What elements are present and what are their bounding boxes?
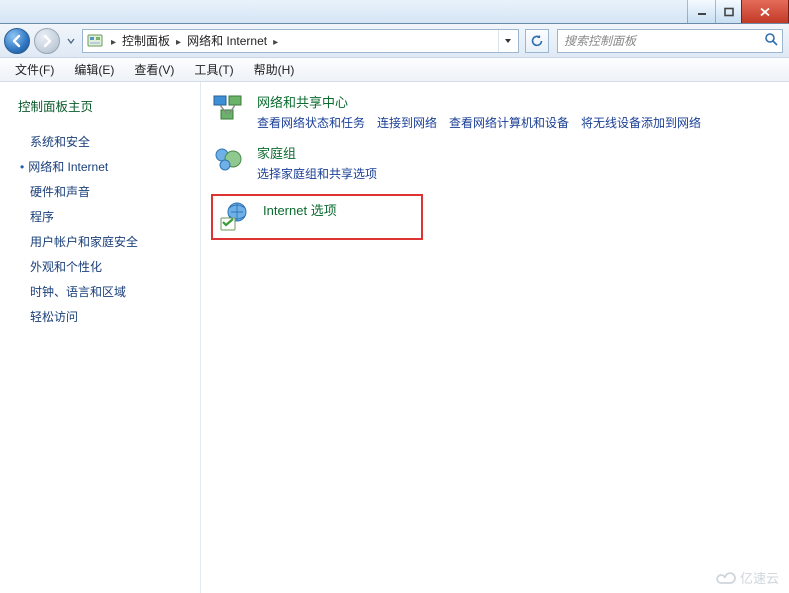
sidebar: 控制面板主页 系统和安全 网络和 Internet 硬件和声音 程序 用户帐户和… bbox=[0, 82, 200, 593]
category-title[interactable]: 家庭组 bbox=[257, 143, 783, 162]
internet-options-icon bbox=[217, 200, 251, 234]
menu-tools[interactable]: 工具(T) bbox=[185, 58, 242, 81]
window-titlebar bbox=[0, 0, 789, 24]
breadcrumb-current[interactable]: 网络和 Internet bbox=[187, 32, 267, 49]
control-panel-icon bbox=[87, 33, 103, 49]
refresh-button[interactable] bbox=[525, 29, 549, 53]
sidebar-item-hardware-sound[interactable]: 硬件和声音 bbox=[18, 179, 190, 204]
category-network-sharing: 网络和共享中心 查看网络状态和任务 连接到网络 查看网络计算机和设备 将无线设备… bbox=[211, 92, 783, 131]
breadcrumb-root-sep[interactable] bbox=[109, 34, 118, 48]
sidebar-item-user-accounts[interactable]: 用户帐户和家庭安全 bbox=[18, 229, 190, 254]
link-add-wireless-device[interactable]: 将无线设备添加到网络 bbox=[581, 114, 701, 131]
sidebar-item-easy-access[interactable]: 轻松访问 bbox=[18, 304, 190, 329]
menu-file[interactable]: 文件(F) bbox=[6, 58, 63, 81]
nav-forward-button[interactable] bbox=[34, 28, 60, 54]
breadcrumb: 控制面板 网络和 Internet bbox=[109, 32, 492, 49]
network-sharing-icon bbox=[211, 92, 245, 126]
close-button[interactable] bbox=[741, 0, 789, 23]
search-icon[interactable] bbox=[764, 32, 778, 49]
control-panel-home-link[interactable]: 控制面板主页 bbox=[18, 96, 190, 115]
sidebar-item-system-security[interactable]: 系统和安全 bbox=[18, 129, 190, 154]
category-homegroup: 家庭组 选择家庭组和共享选项 bbox=[211, 143, 783, 182]
search-box[interactable] bbox=[557, 29, 783, 53]
menu-help[interactable]: 帮助(H) bbox=[245, 58, 304, 81]
maximize-button[interactable] bbox=[715, 0, 742, 23]
menu-bar: 文件(F) 编辑(E) 查看(V) 工具(T) 帮助(H) bbox=[0, 58, 789, 82]
nav-history-dropdown[interactable] bbox=[64, 30, 78, 52]
address-dropdown[interactable] bbox=[498, 30, 516, 52]
sidebar-item-appearance[interactable]: 外观和个性化 bbox=[18, 254, 190, 279]
breadcrumb-sep[interactable] bbox=[174, 34, 183, 48]
address-bar[interactable]: 控制面板 网络和 Internet bbox=[82, 29, 519, 53]
nav-back-button[interactable] bbox=[4, 28, 30, 54]
navigation-bar: 控制面板 网络和 Internet bbox=[0, 24, 789, 58]
breadcrumb-sep-end[interactable] bbox=[271, 34, 280, 48]
link-view-network-status[interactable]: 查看网络状态和任务 bbox=[257, 114, 365, 131]
watermark: 亿速云 bbox=[716, 568, 779, 587]
menu-view[interactable]: 查看(V) bbox=[125, 58, 183, 81]
sidebar-item-programs[interactable]: 程序 bbox=[18, 204, 190, 229]
search-input[interactable] bbox=[562, 33, 760, 49]
link-homegroup-options[interactable]: 选择家庭组和共享选项 bbox=[257, 165, 377, 182]
category-title[interactable]: Internet 选项 bbox=[263, 200, 417, 219]
category-internet-options: Internet 选项 bbox=[211, 194, 423, 240]
sidebar-item-network-internet[interactable]: 网络和 Internet bbox=[18, 154, 190, 179]
category-title[interactable]: 网络和共享中心 bbox=[257, 92, 783, 111]
breadcrumb-control-panel[interactable]: 控制面板 bbox=[122, 32, 170, 49]
content-pane: 网络和共享中心 查看网络状态和任务 连接到网络 查看网络计算机和设备 将无线设备… bbox=[200, 82, 789, 593]
menu-edit[interactable]: 编辑(E) bbox=[65, 58, 123, 81]
minimize-button[interactable] bbox=[687, 0, 716, 23]
homegroup-icon bbox=[211, 143, 245, 177]
link-connect-to-network[interactable]: 连接到网络 bbox=[377, 114, 437, 131]
sidebar-item-clock-language[interactable]: 时钟、语言和区域 bbox=[18, 279, 190, 304]
link-view-network-devices[interactable]: 查看网络计算机和设备 bbox=[449, 114, 569, 131]
